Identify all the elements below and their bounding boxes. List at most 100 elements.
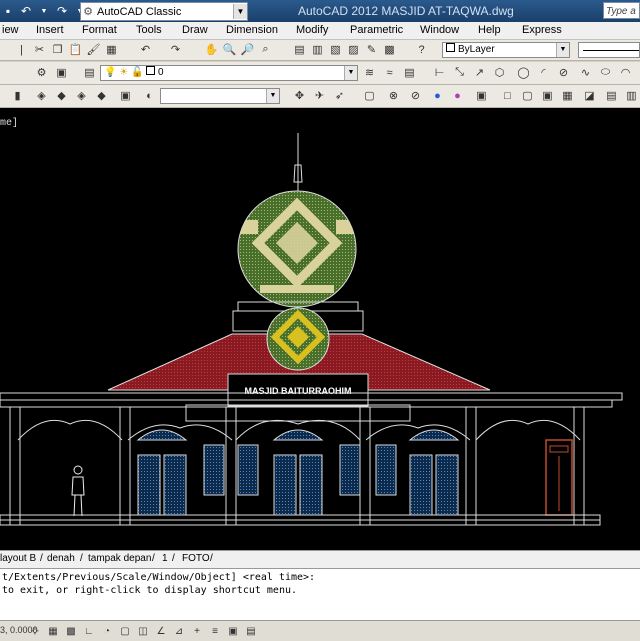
zoom-realtime-icon[interactable]: 🔍 bbox=[222, 42, 237, 57]
menu-parametric[interactable]: Parametric bbox=[350, 24, 403, 36]
layer-control[interactable]: 💡 ☀ 🔓 0 ▼ bbox=[100, 65, 358, 81]
menu-format[interactable]: Format bbox=[82, 24, 117, 36]
chevron-down-icon[interactable]: ▼ bbox=[344, 66, 357, 80]
object-snap-tracking-icon[interactable]: ∠ bbox=[154, 624, 168, 638]
viewport-clip-icon[interactable]: ◪ bbox=[582, 88, 597, 103]
walk-icon[interactable]: ✈ bbox=[312, 88, 327, 103]
menu-insert[interactable]: Insert bbox=[36, 24, 64, 36]
shade-icon[interactable]: ⊗ bbox=[386, 88, 401, 103]
chevron-down-icon[interactable]: ▼ bbox=[233, 4, 247, 19]
help-icon[interactable]: ? bbox=[414, 42, 429, 57]
undo-icon[interactable]: ↶ bbox=[138, 42, 153, 57]
make-current-icon[interactable]: ≋ bbox=[362, 65, 377, 80]
layer-states-icon[interactable]: ▣ bbox=[54, 65, 69, 80]
pan-icon[interactable]: ✋ bbox=[204, 42, 219, 57]
realistic-style-icon[interactable]: ◈ bbox=[74, 88, 89, 103]
match-properties-icon[interactable]: 🖌 bbox=[86, 42, 101, 57]
document-icon[interactable]: ▪ bbox=[0, 3, 16, 19]
cut-icon[interactable]: ✂ bbox=[32, 42, 47, 57]
orbit-icon[interactable]: ✥ bbox=[292, 88, 307, 103]
menu-express[interactable]: Express bbox=[522, 24, 562, 36]
viewport-layers-icon[interactable]: ▥ bbox=[624, 88, 639, 103]
dynamic-input-icon[interactable]: + bbox=[190, 624, 204, 638]
view-manager-icon[interactable]: ◐ bbox=[142, 88, 157, 103]
search-input[interactable]: Type a keyword bbox=[603, 2, 640, 19]
command-window[interactable]: t/Extents/Previous/Scale/Window/Object] … bbox=[0, 568, 640, 621]
ortho-mode-icon[interactable]: ∟ bbox=[82, 624, 96, 638]
quick-properties-icon[interactable]: ▤ bbox=[244, 624, 258, 638]
viewport-3-icon[interactable]: ▣ bbox=[540, 88, 555, 103]
layer-walk-icon[interactable]: ▤ bbox=[402, 65, 417, 80]
menu-tools[interactable]: Tools bbox=[136, 24, 162, 36]
chevron-down-icon[interactable]: ▼ bbox=[556, 43, 569, 57]
undo-icon[interactable]: ↶ bbox=[18, 3, 34, 19]
dropdown-arrow-icon[interactable]: ▼ bbox=[36, 3, 52, 19]
view-control[interactable]: ▼ bbox=[160, 88, 280, 104]
polyline-icon[interactable]: ↗ bbox=[472, 65, 487, 80]
redo-icon[interactable]: ↷ bbox=[168, 42, 183, 57]
block-editor-icon[interactable]: ▦ bbox=[104, 42, 119, 57]
layer-previous-icon[interactable]: ≈ bbox=[382, 65, 397, 80]
fly-icon[interactable]: ➶ bbox=[332, 88, 347, 103]
materials-icon[interactable]: ● bbox=[450, 88, 465, 103]
sheet-set-icon[interactable]: ▨ bbox=[346, 42, 361, 57]
tool-palettes-icon[interactable]: ▧ bbox=[328, 42, 343, 57]
layer-settings-icon[interactable]: ⚙ bbox=[34, 65, 49, 80]
calculator-icon[interactable]: ▩ bbox=[382, 42, 397, 57]
spline-icon[interactable]: ∿ bbox=[578, 65, 593, 80]
tab-1[interactable]: 1 bbox=[162, 553, 168, 564]
circle-icon[interactable]: ◯ bbox=[516, 65, 531, 80]
color-control[interactable]: ByLayer ▼ bbox=[442, 42, 570, 58]
render-window-icon[interactable]: ▣ bbox=[474, 88, 489, 103]
viewport-4-icon[interactable]: ▦ bbox=[560, 88, 575, 103]
workspace-selector[interactable]: ⚙ AutoCAD Classic ▼ bbox=[80, 2, 248, 21]
linetype-control[interactable] bbox=[578, 42, 640, 58]
menu-view[interactable]: iew bbox=[2, 24, 19, 36]
polygon-icon[interactable]: ⬡ bbox=[492, 65, 507, 80]
snap-mode-icon[interactable]: ▦ bbox=[46, 624, 60, 638]
chevron-down-icon[interactable]: ▼ bbox=[266, 89, 279, 103]
infer-constraints-icon[interactable]: ⊹ bbox=[28, 624, 42, 638]
line-icon[interactable]: ⊢ bbox=[432, 65, 447, 80]
dynamic-ucs-icon[interactable]: ⊿ bbox=[172, 624, 186, 638]
polar-tracking-icon[interactable]: ◔ bbox=[100, 624, 114, 638]
conceptual-style-icon[interactable]: ◆ bbox=[94, 88, 109, 103]
tab-foto[interactable]: FOTO bbox=[182, 553, 210, 564]
tab-denah[interactable]: denah bbox=[47, 553, 75, 564]
lights-icon[interactable]: ⊘ bbox=[408, 88, 423, 103]
revision-cloud-icon[interactable]: ⊘ bbox=[556, 65, 571, 80]
arc-icon[interactable]: ◜ bbox=[536, 65, 551, 80]
viewport-scale-icon[interactable]: ▤ bbox=[604, 88, 619, 103]
copy-icon[interactable]: ❐ bbox=[50, 42, 65, 57]
construction-line-icon[interactable]: ⤡ bbox=[452, 65, 467, 80]
tab-tampak-depan[interactable]: tampak depan bbox=[88, 553, 151, 564]
markup-icon[interactable]: ✎ bbox=[364, 42, 379, 57]
hidden-style-icon[interactable]: ◆ bbox=[54, 88, 69, 103]
tab-layout-b[interactable]: layout B bbox=[0, 553, 36, 564]
zoom-window-icon[interactable]: 🔎 bbox=[240, 42, 255, 57]
paste-icon[interactable]: 📋 bbox=[68, 42, 83, 57]
zoom-previous-icon[interactable]: ⌕ bbox=[258, 42, 273, 57]
redo-icon[interactable]: ↷ bbox=[54, 3, 70, 19]
properties-icon[interactable]: ▤ bbox=[292, 42, 307, 57]
menu-dimension[interactable]: Dimension bbox=[226, 24, 278, 36]
ellipse-arc-icon[interactable]: ◠ bbox=[618, 65, 633, 80]
transparency-icon[interactable]: ▣ bbox=[226, 624, 240, 638]
menu-modify[interactable]: Modify bbox=[296, 24, 328, 36]
design-center-icon[interactable]: ▥ bbox=[310, 42, 325, 57]
menu-help[interactable]: Help bbox=[478, 24, 501, 36]
viewport-1-icon[interactable]: □ bbox=[500, 88, 515, 103]
grid-display-icon[interactable]: ▩ bbox=[64, 624, 78, 638]
new-view-icon[interactable]: ▣ bbox=[118, 88, 133, 103]
3d-object-snap-icon[interactable]: ◫ bbox=[136, 624, 150, 638]
drawing-canvas[interactable]: MASJID BAITURRAOHIM bbox=[0, 108, 640, 550]
render-sphere-icon[interactable]: ● bbox=[430, 88, 445, 103]
object-snap-icon[interactable]: ▢ bbox=[118, 624, 132, 638]
ellipse-icon[interactable]: ⬭ bbox=[598, 65, 613, 80]
menu-draw[interactable]: Draw bbox=[182, 24, 208, 36]
solid-icon[interactable]: ▢ bbox=[362, 88, 377, 103]
viewport-label[interactable]: me] bbox=[0, 118, 18, 129]
visual-style-icon[interactable]: ◈ bbox=[34, 88, 49, 103]
lineweight-icon[interactable]: ≡ bbox=[208, 624, 222, 638]
layer-properties-icon[interactable]: ▤ bbox=[82, 65, 97, 80]
